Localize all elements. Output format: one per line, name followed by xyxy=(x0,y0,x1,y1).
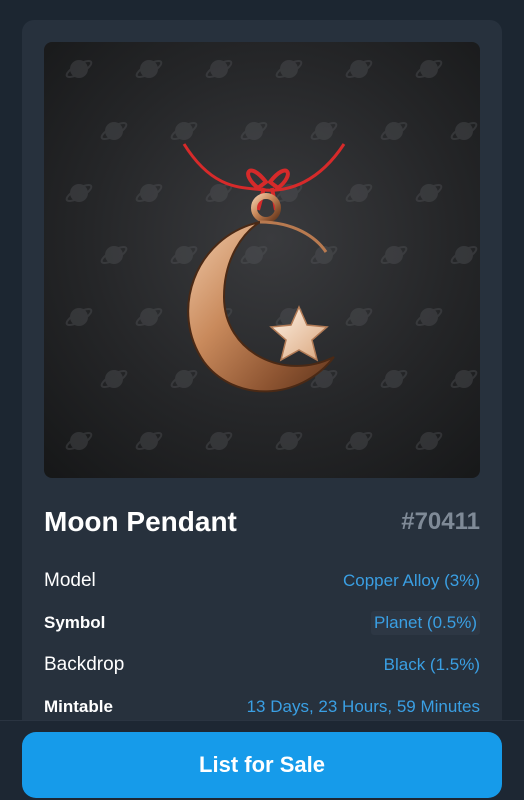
attributes-list: Model Copper Alloy (3%) Symbol Planet (0… xyxy=(44,560,480,728)
gift-artwork xyxy=(44,42,480,478)
attribute-value-link[interactable]: Copper Alloy (3%) xyxy=(343,571,480,591)
attribute-value-link[interactable]: Planet (0.5%) xyxy=(371,611,480,635)
list-for-sale-button[interactable]: List for Sale xyxy=(22,732,502,798)
attribute-label: Backdrop xyxy=(44,654,125,675)
gift-name: Moon Pendant xyxy=(44,506,237,537)
attribute-label: Model xyxy=(44,570,96,591)
attribute-label: Mintable xyxy=(44,697,113,716)
attribute-row-symbol: Symbol Planet (0.5%) xyxy=(44,602,480,644)
moon-pendant-icon xyxy=(182,143,346,393)
attribute-value-link[interactable]: 13 Days, 23 Hours, 59 Minutes xyxy=(247,697,480,717)
attribute-row-model: Model Copper Alloy (3%) xyxy=(44,560,480,602)
gift-detail-page: Moon Pendant #70411 Model Copper Alloy (… xyxy=(0,0,524,800)
attribute-label: Symbol xyxy=(44,613,106,632)
gift-title-row: Moon Pendant #70411 xyxy=(44,500,480,544)
gift-number: #70411 xyxy=(401,508,480,535)
attribute-row-backdrop: Backdrop Black (1.5%) xyxy=(44,644,480,686)
attribute-value-link[interactable]: Black (1.5%) xyxy=(384,655,480,675)
